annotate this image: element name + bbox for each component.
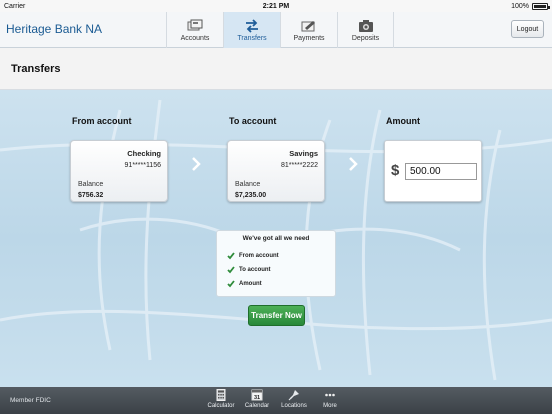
- clock: 2:21 PM: [262, 2, 290, 10]
- calculator-icon: [216, 389, 226, 401]
- transfers-icon: [246, 18, 258, 33]
- more-icon: [325, 393, 335, 397]
- battery-icon: [532, 2, 550, 10]
- calendar-day: 31: [254, 395, 260, 401]
- calculator-label: Calculator: [207, 403, 235, 409]
- main-tabs: Accounts Transfers Payments Deposits: [166, 12, 394, 48]
- to-account-name: Savings: [289, 149, 318, 158]
- from-balance-label: Balance: [78, 181, 104, 188]
- checklist-item: To account: [227, 266, 271, 274]
- bank-name: Heritage Bank NA: [6, 22, 103, 36]
- tab-transfers-label: Transfers: [237, 34, 267, 42]
- payments-icon: [301, 20, 315, 31]
- locations-icon: [288, 390, 299, 401]
- to-account-heading: To account: [229, 116, 277, 126]
- from-account-heading: From account: [72, 116, 132, 126]
- accounts-icon: [187, 19, 203, 30]
- status-bar: Carrier 2:21 PM 100%: [0, 0, 552, 12]
- page-title-bar: Transfers: [0, 48, 552, 90]
- chevron-right-icon: [349, 157, 358, 171]
- calendar-icon: 31: [251, 389, 263, 401]
- checkmark-icon: [227, 252, 235, 260]
- transfer-panel: From account Checking 91*****1156 Balanc…: [0, 90, 552, 387]
- tab-accounts[interactable]: Accounts: [166, 12, 223, 48]
- from-account-name: Checking: [127, 149, 161, 158]
- checklist-item: Amount: [227, 280, 262, 288]
- tab-accounts-label: Accounts: [180, 34, 210, 42]
- from-balance-value: $756.32: [78, 192, 104, 199]
- tab-payments[interactable]: Payments: [280, 12, 337, 48]
- transfer-now-button[interactable]: Transfer Now: [248, 305, 305, 326]
- locations-button[interactable]: Locations: [276, 389, 312, 409]
- page-title: Transfers: [11, 63, 61, 75]
- more-button[interactable]: More: [312, 389, 348, 409]
- requirements-checklist: We've got all we need From account To ac…: [216, 230, 336, 297]
- calendar-label: Calendar: [244, 403, 270, 409]
- checklist-item-label: To account: [239, 267, 271, 273]
- to-account-number: 81*****2222: [281, 162, 318, 169]
- checklist-item: From account: [227, 252, 279, 260]
- tab-payments-label: Payments: [293, 34, 325, 42]
- tab-deposits[interactable]: Deposits: [337, 12, 394, 48]
- locations-label: Locations: [281, 403, 307, 409]
- amount-heading: Amount: [386, 116, 420, 126]
- from-account-card[interactable]: Checking 91*****1156 Balance $756.32: [70, 140, 168, 202]
- member-fdic-label: Member FDIC: [10, 397, 51, 404]
- tab-deposits-label: Deposits: [351, 34, 380, 42]
- camera-icon: [358, 19, 373, 32]
- amount-card: $ 500.00: [384, 140, 482, 202]
- app-header: Heritage Bank NA Accounts Transfers Paym…: [0, 12, 552, 48]
- calendar-button[interactable]: 31 Calendar: [239, 389, 275, 409]
- more-label: More: [323, 403, 337, 409]
- chevron-right-icon: [192, 157, 201, 171]
- logout-button[interactable]: Logout: [511, 20, 544, 38]
- from-account-number: 91*****1156: [124, 162, 161, 169]
- calculator-button[interactable]: Calculator: [203, 389, 239, 409]
- checklist-item-label: Amount: [239, 281, 262, 287]
- to-balance-label: Balance: [235, 181, 261, 188]
- to-balance-value: $7,235.00: [235, 192, 267, 199]
- amount-input[interactable]: 500.00: [405, 163, 477, 180]
- currency-symbol: $: [391, 162, 400, 179]
- checklist-item-label: From account: [239, 253, 279, 259]
- tab-transfers[interactable]: Transfers: [223, 12, 280, 48]
- footer-toolbar: Member FDIC Calculator 31 Calendar Locat…: [0, 387, 552, 414]
- to-account-card[interactable]: Savings 81*****2222 Balance $7,235.00: [227, 140, 325, 202]
- checkmark-icon: [227, 266, 235, 274]
- checklist-title: We've got all we need: [242, 235, 310, 242]
- checkmark-icon: [227, 280, 235, 288]
